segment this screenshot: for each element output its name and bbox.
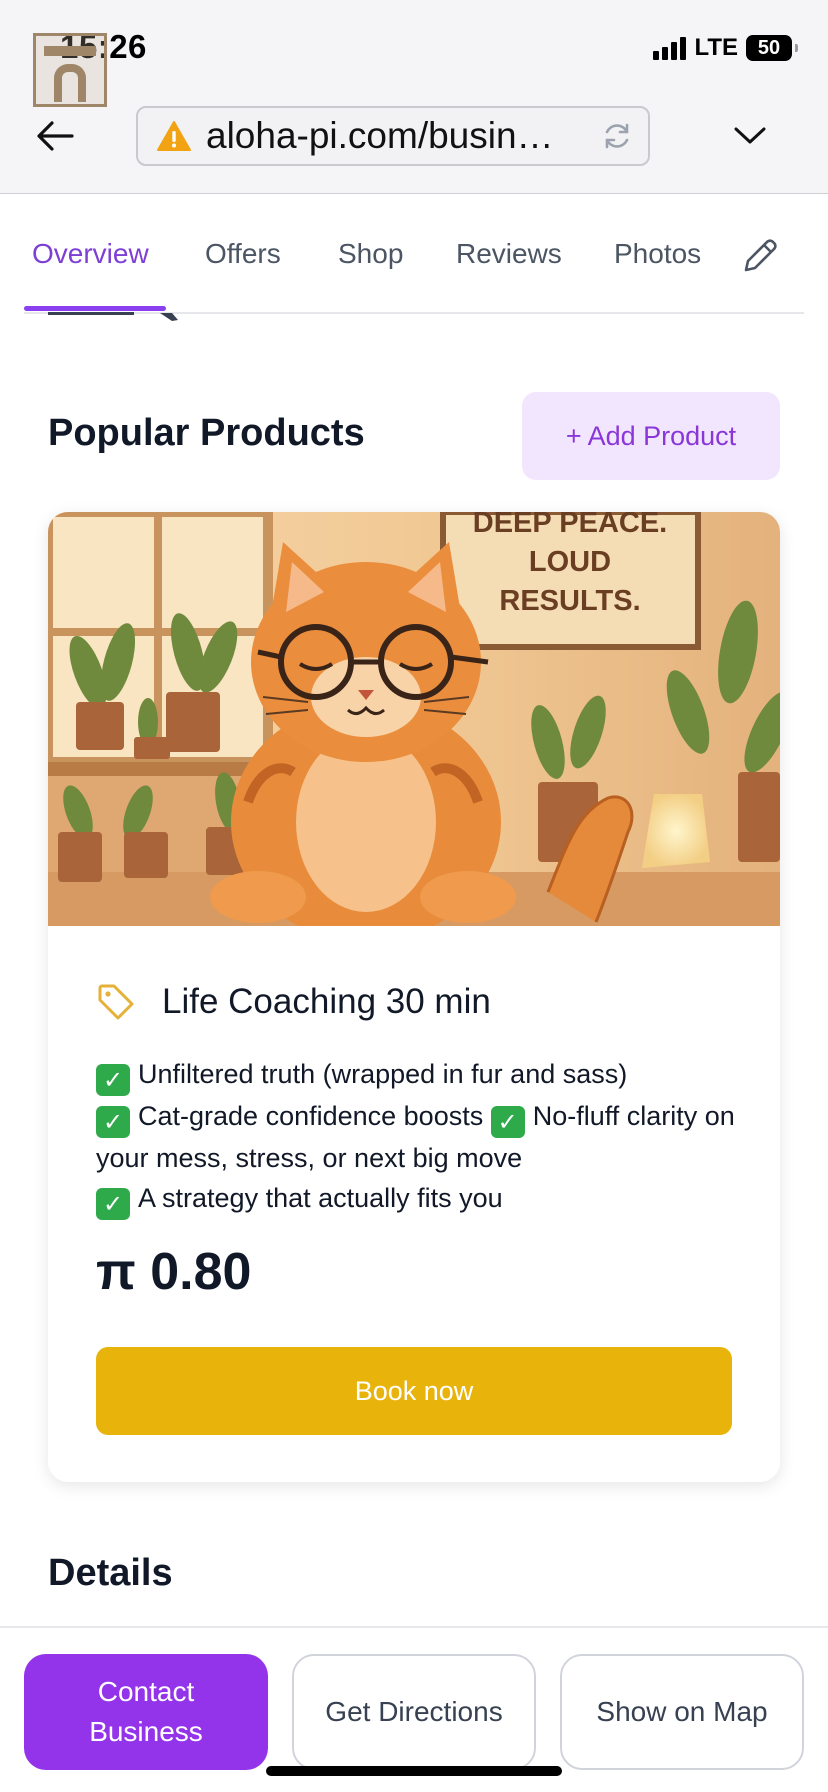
sign-line-1: DEEP PEACE.	[473, 512, 667, 539]
network-type: LTE	[694, 34, 738, 61]
product-price: π 0.80	[96, 1243, 252, 1301]
product-name-row: Life Coaching 30 min	[96, 982, 491, 1022]
benefit-text: Cat-grade confidence boosts	[138, 1101, 491, 1131]
url-text: aloha-pi.com/busin…	[206, 115, 554, 156]
battery-level: 50	[757, 36, 781, 59]
product-name: Life Coaching 30 min	[162, 982, 491, 1021]
add-product-button[interactable]: + Add Product	[522, 392, 780, 480]
warning-icon	[157, 121, 191, 151]
status-indicators: LTE 50	[653, 34, 798, 62]
checkmark-icon: ✓	[96, 1188, 130, 1220]
app-overlay-icon	[33, 33, 107, 107]
chevron-down-icon[interactable]	[730, 120, 770, 150]
bottom-action-bar: Contact Business Get Directions Show on …	[0, 1626, 828, 1792]
tab-bar: Overview Offers Shop Reviews Photos	[0, 214, 828, 314]
scrolled-content-peek	[48, 312, 178, 321]
browser-chrome: 15:26 LTE 50 aloha-pi.com/busin…	[0, 0, 828, 194]
popular-products-title: Popular Products	[48, 412, 365, 454]
get-directions-button[interactable]: Get Directions	[292, 1654, 536, 1770]
benefit-text: Unfiltered truth (wrapped in fur and sas…	[138, 1059, 628, 1089]
tab-photos[interactable]: Photos	[614, 238, 701, 270]
tab-reviews[interactable]: Reviews	[456, 238, 562, 270]
details-title: Details	[48, 1552, 173, 1594]
pencil-icon[interactable]	[738, 234, 782, 278]
back-arrow-icon[interactable]	[34, 116, 78, 156]
show-on-map-button[interactable]: Show on Map	[560, 1654, 804, 1770]
contact-business-button[interactable]: Contact Business	[24, 1654, 268, 1770]
sign-line-2: LOUD	[529, 546, 611, 578]
tab-offers[interactable]: Offers	[205, 238, 281, 270]
battery-icon: 50	[746, 35, 798, 61]
tab-active-indicator	[24, 306, 166, 311]
product-card: DEEP PEACE. LOUD RESULTS. Life Coaching …	[48, 512, 780, 1482]
reload-icon[interactable]	[600, 119, 634, 153]
sign-line-3: RESULTS.	[499, 585, 640, 617]
home-indicator	[266, 1766, 562, 1776]
checkmark-icon: ✓	[96, 1106, 130, 1138]
tab-overview[interactable]: Overview	[32, 238, 149, 270]
checkmark-icon: ✓	[490, 1106, 525, 1138]
checkmark-icon: ✓	[96, 1064, 130, 1096]
tab-shop[interactable]: Shop	[338, 238, 403, 270]
product-image[interactable]: DEEP PEACE. LOUD RESULTS.	[48, 512, 780, 926]
book-now-button[interactable]: Book now	[96, 1347, 732, 1435]
tag-icon	[98, 984, 134, 1020]
benefit-text: A strategy that actually fits you	[138, 1183, 503, 1213]
signal-icon	[653, 36, 687, 60]
product-description: ✓ Unfiltered truth (wrapped in fur and sa…	[96, 1054, 736, 1220]
url-bar[interactable]: aloha-pi.com/busin…	[136, 106, 650, 166]
